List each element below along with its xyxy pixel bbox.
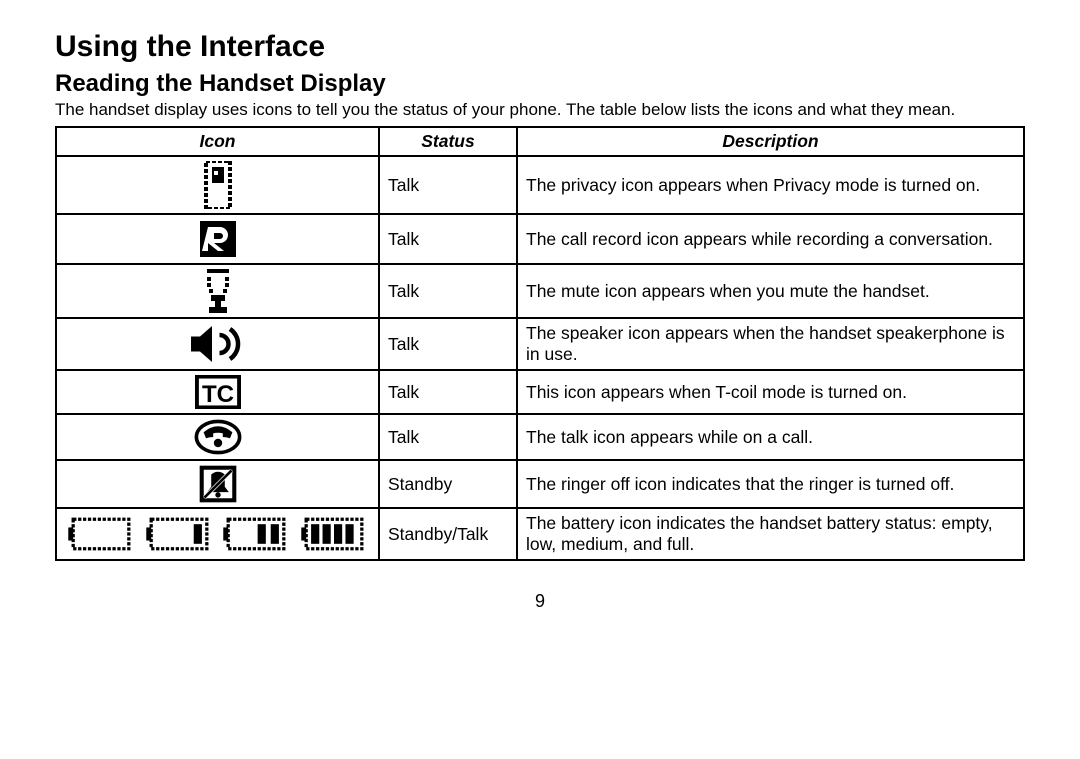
icon-cell	[56, 318, 379, 370]
status-cell: Standby	[379, 460, 517, 508]
status-cell: Talk	[379, 370, 517, 414]
status-cell: Talk	[379, 318, 517, 370]
table-row: Talk The privacy icon appears when Priva…	[56, 156, 1024, 214]
icon-cell: TC	[56, 370, 379, 414]
table-row: Standby/Talk The battery icon indicates …	[56, 508, 1024, 560]
mute-icon	[201, 269, 235, 313]
icon-cell	[56, 214, 379, 264]
talk-icon	[193, 419, 243, 455]
description-cell: This icon appears when T-coil mode is tu…	[517, 370, 1024, 414]
speaker-icon	[188, 323, 248, 365]
description-cell: The mute icon appears when you mute the …	[517, 264, 1024, 318]
battery-full-icon	[301, 516, 367, 552]
table-row: Standby The ringer off icon indicates th…	[56, 460, 1024, 508]
description-cell: The speaker icon appears when the handse…	[517, 318, 1024, 370]
icon-cell	[56, 508, 379, 560]
icon-cell	[56, 156, 379, 214]
ringer-off-icon	[199, 465, 237, 503]
icon-table: Icon Status Description Talk The privacy…	[55, 126, 1025, 561]
table-row: Talk The mute icon appears when you mute…	[56, 264, 1024, 318]
status-cell: Talk	[379, 264, 517, 318]
icon-cell	[56, 414, 379, 460]
tcoil-icon: TC	[195, 375, 241, 409]
header-status: Status	[379, 127, 517, 156]
header-description: Description	[517, 127, 1024, 156]
icon-cell	[56, 264, 379, 318]
status-cell: Talk	[379, 414, 517, 460]
page-content: Using the Interface Reading the Handset …	[0, 0, 1080, 622]
intro-text: The handset display uses icons to tell y…	[55, 100, 1025, 120]
description-cell: The privacy icon appears when Privacy mo…	[517, 156, 1024, 214]
battery-medium-icon	[223, 516, 289, 552]
icon-cell	[56, 460, 379, 508]
battery-empty-icon	[68, 516, 134, 552]
record-icon	[198, 219, 238, 259]
status-cell: Talk	[379, 156, 517, 214]
battery-low-icon	[146, 516, 212, 552]
description-cell: The call record icon appears while recor…	[517, 214, 1024, 264]
table-header-row: Icon Status Description	[56, 127, 1024, 156]
page-number: 9	[55, 591, 1025, 612]
table-row: TC Talk This icon appears when T-coil mo…	[56, 370, 1024, 414]
table-row: Talk The call record icon appears while …	[56, 214, 1024, 264]
heading-reading-display: Reading the Handset Display	[55, 70, 1025, 98]
table-row: Talk The talk icon appears while on a ca…	[56, 414, 1024, 460]
header-icon: Icon	[56, 127, 379, 156]
description-cell: The ringer off icon indicates that the r…	[517, 460, 1024, 508]
svg-text:TC: TC	[201, 381, 233, 408]
status-cell: Talk	[379, 214, 517, 264]
heading-using-interface: Using the Interface	[55, 30, 1025, 64]
description-cell: The battery icon indicates the handset b…	[517, 508, 1024, 560]
table-row: Talk The speaker icon appears when the h…	[56, 318, 1024, 370]
description-cell: The talk icon appears while on a call.	[517, 414, 1024, 460]
status-cell: Standby/Talk	[379, 508, 517, 560]
privacy-icon	[204, 161, 232, 209]
